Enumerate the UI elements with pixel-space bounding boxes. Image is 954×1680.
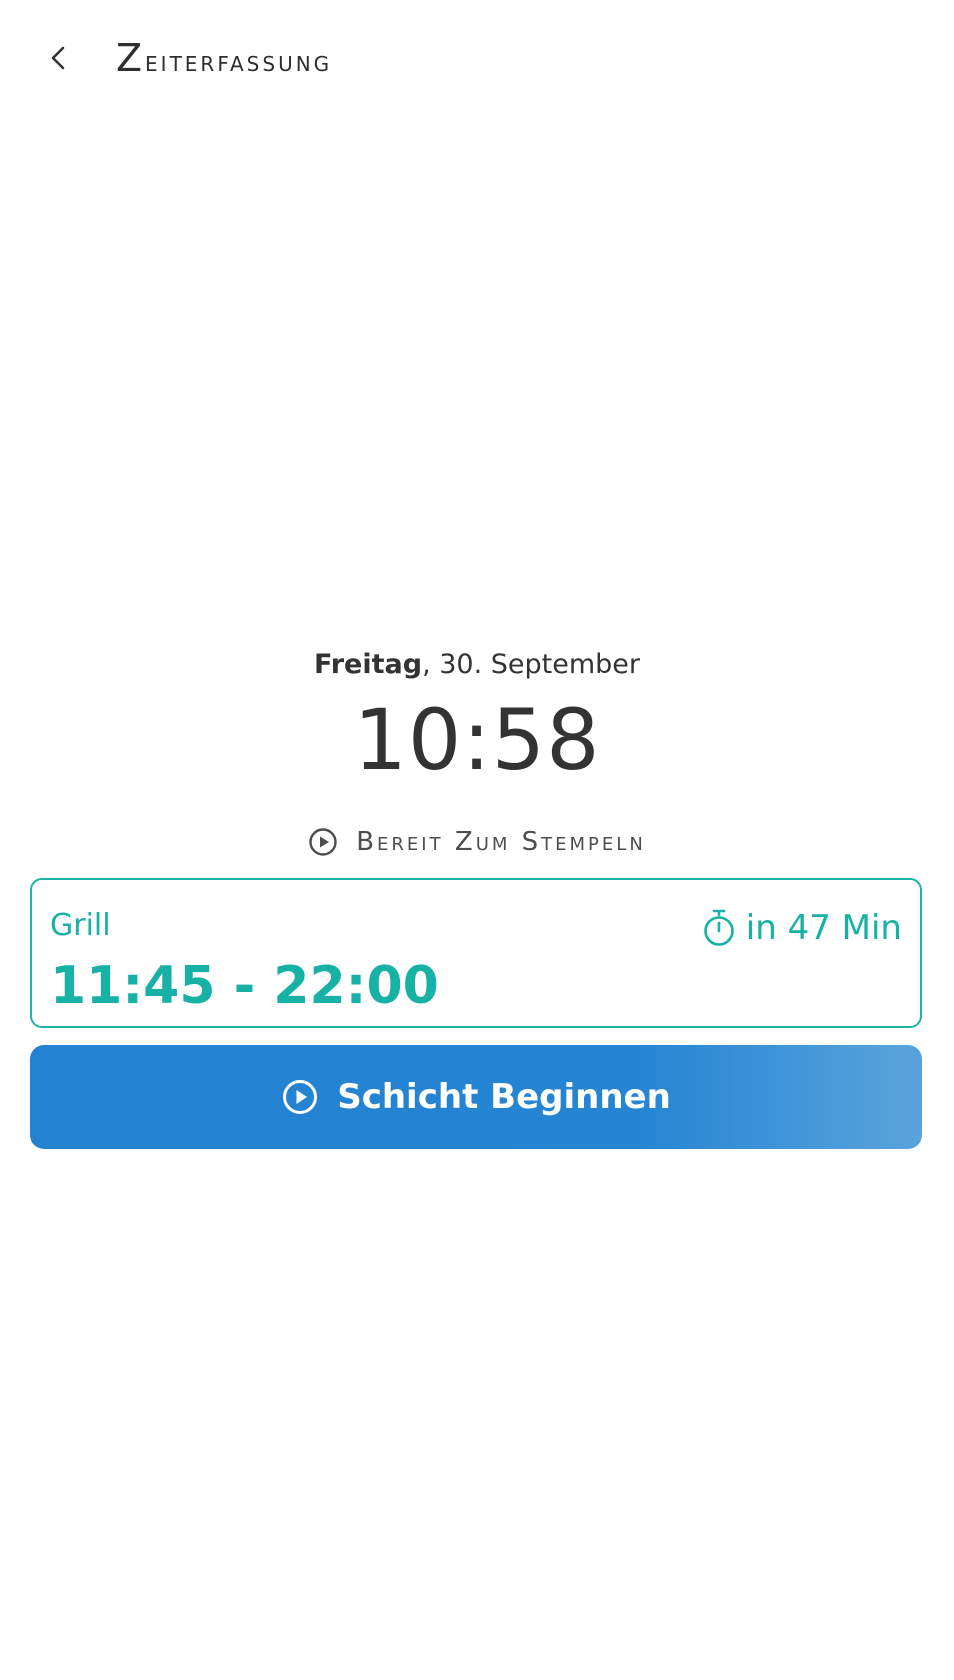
app-header: Zeiterfassung: [0, 0, 954, 116]
status-text: Bereit Zum Stempeln: [356, 827, 646, 857]
shift-time-range: 11:45 - 22:00: [50, 956, 439, 1016]
play-circle-icon: [281, 1078, 319, 1116]
back-button[interactable]: [36, 30, 80, 86]
weekday-label: Freitag: [314, 649, 423, 680]
current-date: Freitag, 30. September: [0, 647, 954, 683]
shift-countdown: in 47 Min: [702, 906, 902, 950]
page-title: Zeiterfassung: [116, 36, 333, 80]
date-label: , 30. September: [422, 649, 640, 680]
clock-status: Bereit Zum Stempeln: [0, 822, 954, 862]
start-shift-button[interactable]: Schicht Beginnen: [30, 1045, 922, 1149]
start-shift-label: Schicht Beginnen: [337, 1077, 671, 1117]
shift-name: Grill: [50, 908, 111, 943]
stopwatch-icon: [702, 908, 736, 948]
play-circle-icon: [308, 827, 338, 857]
chevron-left-icon: [49, 44, 67, 72]
current-time: 10:58: [353, 691, 601, 789]
shift-card[interactable]: Grill 11:45 - 22:00 in 47 Min: [30, 878, 922, 1028]
countdown-text: in 47 Min: [745, 908, 902, 948]
